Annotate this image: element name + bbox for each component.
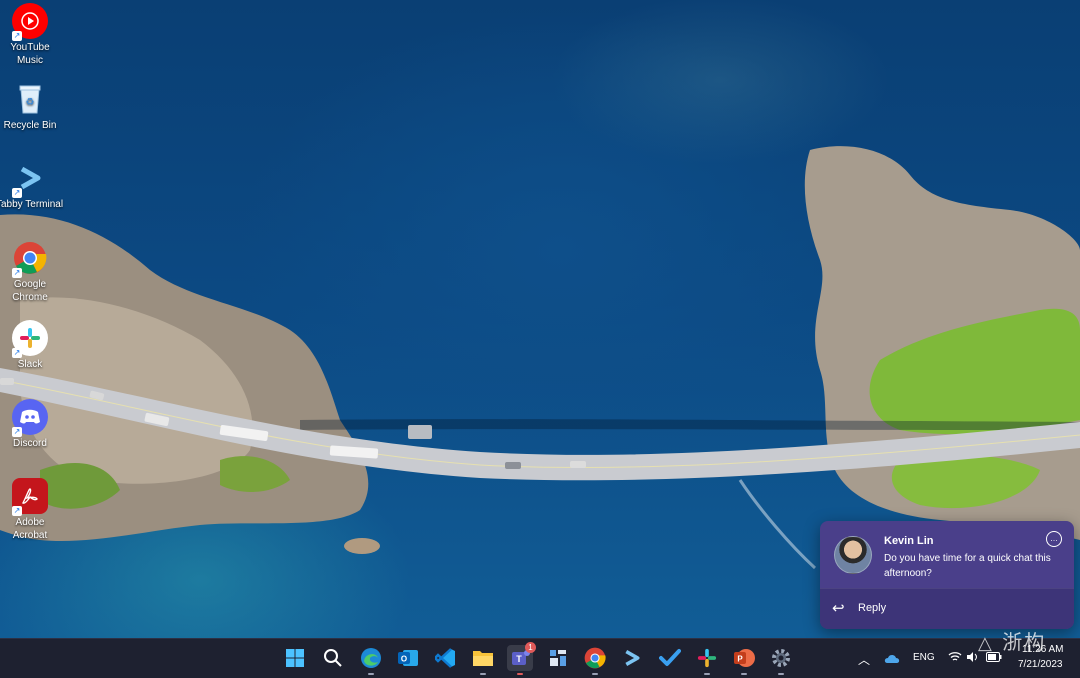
reply-button[interactable]: ↩ Reply — [820, 588, 1074, 629]
search-icon — [324, 649, 342, 667]
language-indicator[interactable]: ENG — [913, 652, 935, 663]
running-indicator — [778, 673, 784, 675]
outlook-icon: O — [398, 650, 418, 666]
notification-sender: Kevin Lin — [884, 535, 934, 547]
taskbar-powerpoint[interactable]: P — [731, 645, 757, 675]
notification-message: Do you have time for a quick chat this a… — [884, 553, 1051, 579]
todo-check-icon — [659, 649, 681, 666]
watermark-text: 浙构 — [1002, 630, 1047, 654]
chat-icon[interactable]: … — [1046, 531, 1062, 547]
reply-arrow-icon: ↩ — [832, 600, 845, 617]
reply-label: Reply — [858, 602, 887, 614]
app-icon — [550, 650, 566, 666]
chrome-icon — [584, 647, 606, 669]
desktop-icon-google-chrome[interactable]: ↗ Google Chrome — [0, 240, 60, 304]
taskbar-outlook[interactable]: O — [395, 645, 421, 671]
taskbar-edge[interactable] — [358, 645, 384, 675]
folder-icon — [473, 651, 493, 666]
running-indicator — [480, 673, 486, 675]
recycle-bin-icon: ♻ — [12, 81, 48, 117]
running-indicator — [741, 673, 747, 675]
tabby-terminal-icon — [625, 650, 640, 666]
desktop-icon-youtube-music[interactable]: ↗ YouTube Music — [0, 3, 60, 67]
desktop-icon-label: Slack — [17, 359, 43, 370]
windows-start-button[interactable] — [282, 645, 308, 671]
taskbar-tabby[interactable] — [619, 645, 645, 671]
desktop-icon-label: Recycle Bin — [3, 120, 57, 131]
tabby-terminal-icon: ↗ — [12, 160, 48, 198]
svg-text:O: O — [401, 655, 407, 664]
taskbar-chrome[interactable] — [582, 645, 608, 675]
discord-icon: ↗ — [12, 399, 48, 437]
svg-text:P: P — [737, 655, 743, 664]
sender-avatar — [834, 536, 872, 574]
shortcut-arrow-icon: ↗ — [12, 348, 22, 358]
desktop-icon-adobe-acrobat[interactable]: ↗ Adobe Acrobat — [0, 478, 60, 542]
slack-icon — [697, 648, 717, 668]
taskbar-teams[interactable]: T 1 — [507, 642, 536, 675]
shortcut-arrow-icon: ↗ — [12, 427, 22, 437]
svg-text:T: T — [516, 654, 522, 664]
taskbar-slack[interactable] — [694, 645, 720, 675]
slack-icon: ↗ — [12, 320, 48, 358]
desktop-icon-tabby-terminal[interactable]: ↗ Tabby Terminal — [0, 160, 64, 211]
taskbar-settings[interactable] — [768, 645, 794, 675]
shortcut-arrow-icon: ↗ — [12, 31, 22, 41]
teams-badge: 1 — [525, 642, 536, 653]
taskbar-app[interactable] — [545, 645, 571, 671]
desktop-icon-slack[interactable]: ↗ Slack — [0, 320, 60, 371]
onedrive-icon[interactable] — [884, 652, 900, 664]
chevron-up-icon[interactable]: ︿ — [858, 651, 870, 668]
youtube-music-icon: ↗ — [12, 3, 48, 41]
svg-text:♻: ♻ — [26, 97, 35, 108]
chrome-icon: ↗ — [12, 240, 48, 278]
taskbar-vscode[interactable] — [433, 645, 459, 671]
desktop-icon-discord[interactable]: ↗ Discord — [0, 399, 60, 450]
desktop-icon-label: Tabby Terminal — [0, 199, 64, 210]
wifi-icon[interactable] — [948, 651, 962, 663]
taskbar-file-explorer[interactable] — [470, 645, 496, 675]
powerpoint-icon: P — [734, 649, 755, 667]
shortcut-arrow-icon: ↗ — [12, 188, 22, 198]
vscode-icon — [435, 648, 455, 668]
edge-icon — [361, 648, 381, 668]
desktop-icon-label: YouTube Music — [10, 42, 50, 66]
acrobat-icon: ↗ — [12, 478, 48, 516]
running-indicator — [592, 673, 598, 675]
desktop-icon-recycle-bin[interactable]: ♻ Recycle Bin — [0, 81, 60, 132]
teams-notification-toast[interactable]: Kevin Lin Do you have time for a quick c… — [820, 521, 1074, 629]
shortcut-arrow-icon: ↗ — [12, 268, 22, 278]
taskbar-search-button[interactable] — [320, 645, 346, 671]
taskbar: O T 1 P ︿ ENG 11:26 AM 7/21/2023 — [0, 638, 1080, 678]
watermark-logo: △ 浙构 — [978, 626, 1046, 655]
desktop-icon-label: Google Chrome — [12, 279, 48, 303]
shortcut-arrow-icon: ↗ — [12, 506, 22, 516]
gear-icon — [772, 649, 790, 667]
taskbar-todo[interactable] — [657, 645, 683, 671]
running-indicator — [368, 673, 374, 675]
windows-start-icon — [286, 649, 304, 667]
running-indicator — [704, 673, 710, 675]
desktop-icon-label: Discord — [13, 438, 47, 449]
running-indicator — [517, 673, 523, 675]
watermark-mark-icon: △ — [978, 633, 994, 654]
desktop-icon-label: Adobe Acrobat — [12, 517, 48, 541]
clock-date[interactable]: 7/21/2023 — [1018, 659, 1063, 670]
